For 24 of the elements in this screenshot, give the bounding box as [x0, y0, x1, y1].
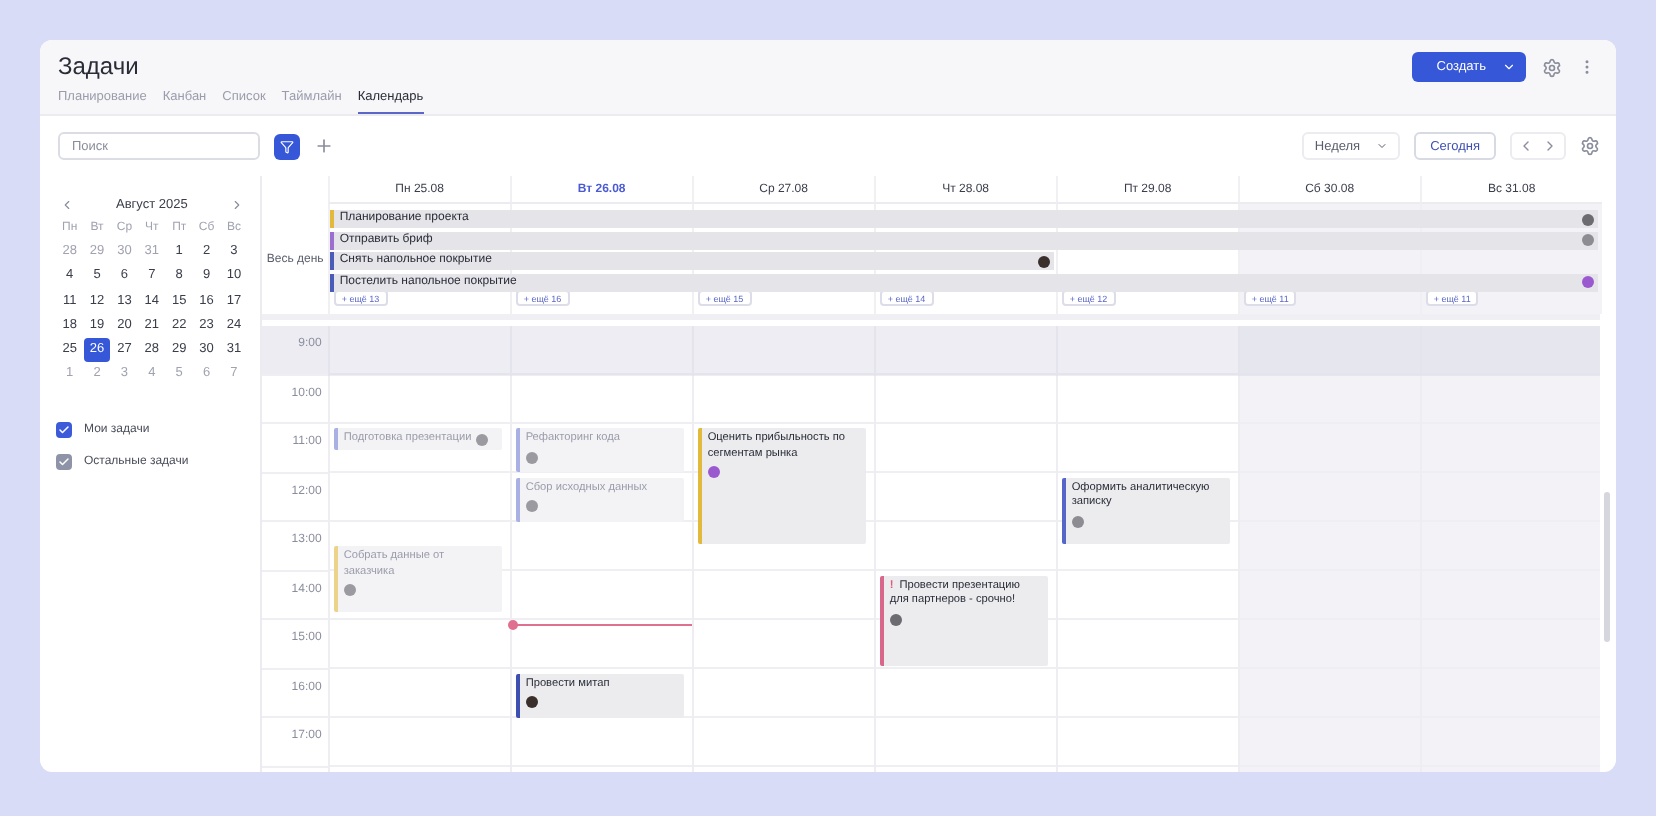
previous-icon[interactable] — [1518, 138, 1534, 154]
avatar-icon — [1071, 515, 1084, 528]
caret-icon — [1502, 60, 1516, 74]
checkbox[interactable] — [56, 453, 72, 470]
caret-icon — [1376, 140, 1389, 152]
avatar-icon — [1038, 255, 1051, 267]
page-title: Задачи — [58, 52, 141, 80]
avatar-icon — [525, 500, 538, 513]
avatar-icon — [343, 584, 356, 597]
checkbox[interactable] — [56, 421, 72, 438]
avatar-icon — [707, 466, 720, 479]
avatar-icon — [475, 434, 488, 447]
filter-icon — [280, 139, 294, 153]
plus-icon[interactable] — [314, 136, 334, 156]
next-icon[interactable] — [1542, 138, 1558, 154]
filter-button[interactable] — [274, 133, 300, 159]
avatar-icon — [525, 696, 538, 709]
avatar-icon — [1581, 276, 1594, 288]
avatar-icon — [525, 451, 538, 464]
settings-icon[interactable] — [1580, 136, 1600, 156]
previous-month-icon[interactable] — [60, 197, 74, 211]
next-month-icon[interactable] — [229, 197, 244, 211]
avatar-icon — [889, 613, 902, 626]
settings-icon[interactable] — [1542, 57, 1562, 77]
